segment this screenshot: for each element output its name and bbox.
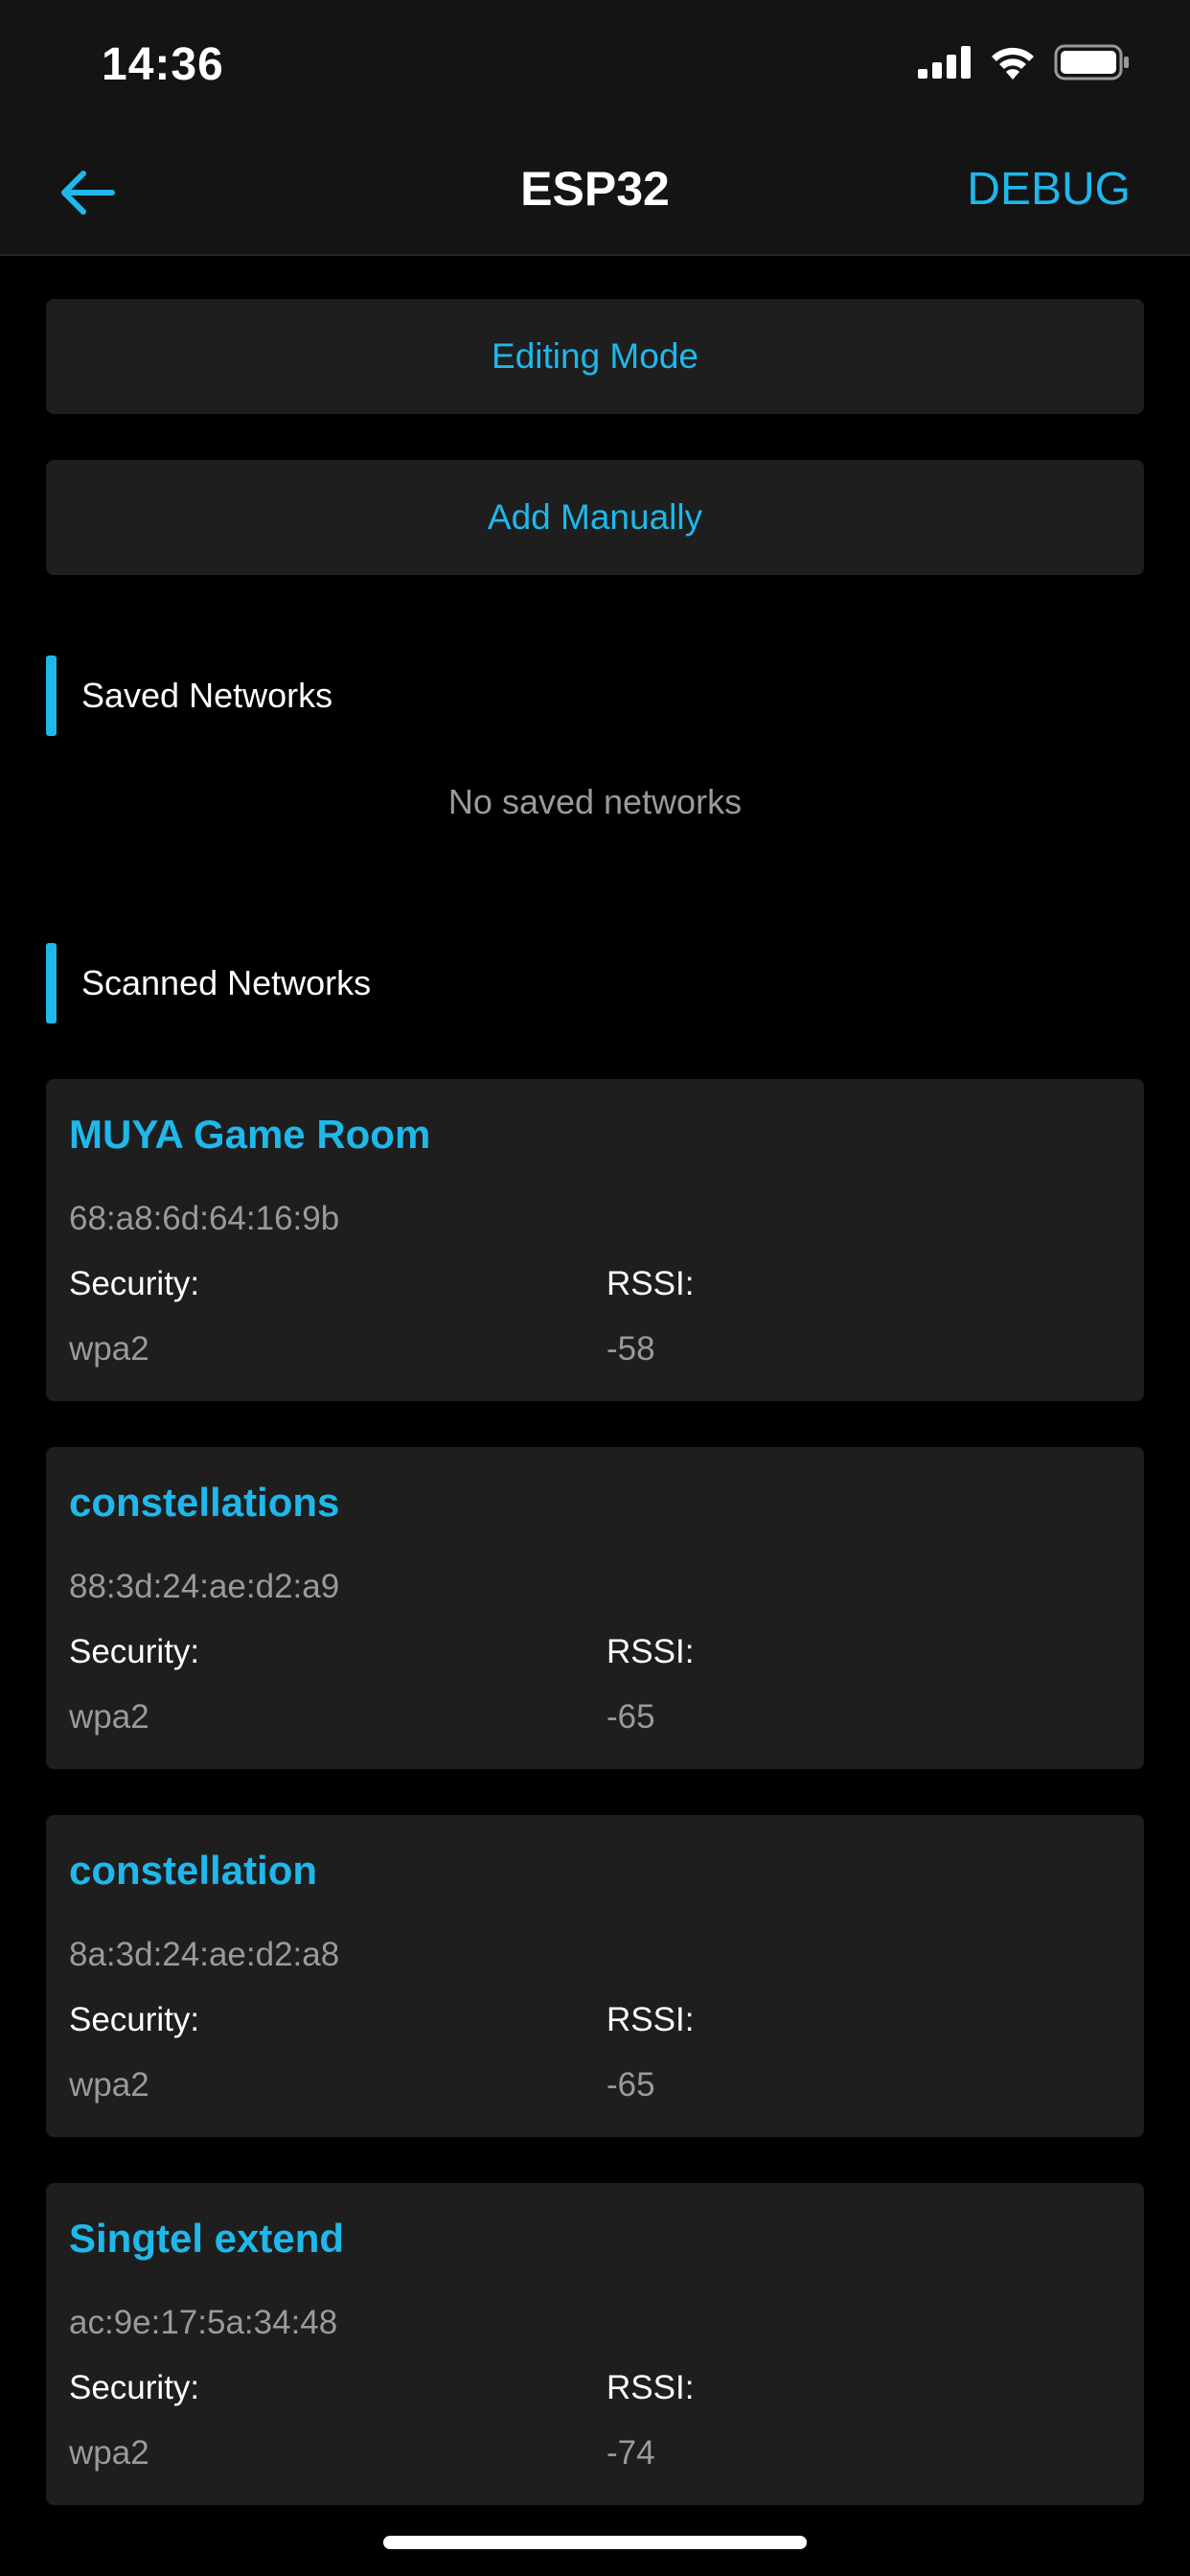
security-label: Security: xyxy=(69,2001,200,2038)
cellular-signal-icon xyxy=(918,46,971,79)
network-name: Singtel extend xyxy=(69,2216,345,2261)
scanned-networks-title: Scanned Networks xyxy=(81,963,372,1002)
nav-bar: ESP32 DEBUG xyxy=(0,134,1190,256)
security-value: wpa2 xyxy=(69,1698,149,1736)
security-label: Security: xyxy=(69,1265,200,1302)
network-mac: 68:a8:6d:64:16:9b xyxy=(69,1200,340,1237)
home-indicator[interactable] xyxy=(383,2536,807,2549)
security-label: Security: xyxy=(69,2369,200,2406)
battery-icon xyxy=(1054,44,1129,80)
network-name: constellations xyxy=(69,1480,340,1525)
rssi-value: -65 xyxy=(606,1698,655,1736)
network-mac: 88:3d:24:ae:d2:a9 xyxy=(69,1568,340,1605)
network-card[interactable]: MUYA Game Room 68:a8:6d:64:16:9b Securit… xyxy=(46,1079,1144,1401)
security-label: Security: xyxy=(69,1633,200,1670)
network-mac: 8a:3d:24:ae:d2:a8 xyxy=(69,1936,340,1973)
saved-networks-title: Saved Networks xyxy=(81,676,333,715)
main-content: Editing Mode Add Manually Saved Networks… xyxy=(46,299,1144,2551)
network-name: constellation xyxy=(69,1848,318,1893)
status-time: 14:36 xyxy=(102,39,224,90)
section-accent-bar xyxy=(46,943,57,1024)
rssi-value: -65 xyxy=(606,2066,655,2104)
network-card[interactable]: Singtel extend ac:9e:17:5a:34:48 Securit… xyxy=(46,2183,1144,2505)
rssi-label: RSSI: xyxy=(606,1265,695,1302)
network-card[interactable]: constellations 88:3d:24:ae:d2:a9 Securit… xyxy=(46,1447,1144,1769)
no-saved-networks-text: No saved networks xyxy=(447,782,743,821)
security-value: wpa2 xyxy=(69,2066,149,2104)
section-accent-bar xyxy=(46,656,57,736)
rssi-label: RSSI: xyxy=(606,2001,695,2038)
editing-mode-button[interactable]: Editing Mode xyxy=(46,299,1144,414)
network-mac: ac:9e:17:5a:34:48 xyxy=(69,2304,338,2341)
add-manually-button[interactable]: Add Manually xyxy=(46,460,1144,575)
rssi-label: RSSI: xyxy=(606,1633,695,1670)
scanned-networks-header: Scanned Networks xyxy=(46,943,1144,1024)
rssi-label: RSSI: xyxy=(606,2369,695,2406)
status-icons xyxy=(918,44,1131,80)
debug-button[interactable]: DEBUG xyxy=(967,163,1131,216)
scanned-network-list: MUYA Game Room 68:a8:6d:64:16:9b Securit… xyxy=(46,1079,1144,2505)
network-name: MUYA Game Room xyxy=(69,1112,431,1157)
saved-networks-header: Saved Networks xyxy=(46,656,1144,736)
security-value: wpa2 xyxy=(69,1330,149,1368)
rssi-value: -74 xyxy=(606,2434,655,2472)
rssi-value: -58 xyxy=(606,1330,655,1368)
wifi-icon xyxy=(992,47,1034,80)
network-card[interactable]: constellation 8a:3d:24:ae:d2:a8 Security… xyxy=(46,1815,1144,2137)
status-bar: 14:36 xyxy=(0,0,1190,134)
security-value: wpa2 xyxy=(69,2434,149,2472)
